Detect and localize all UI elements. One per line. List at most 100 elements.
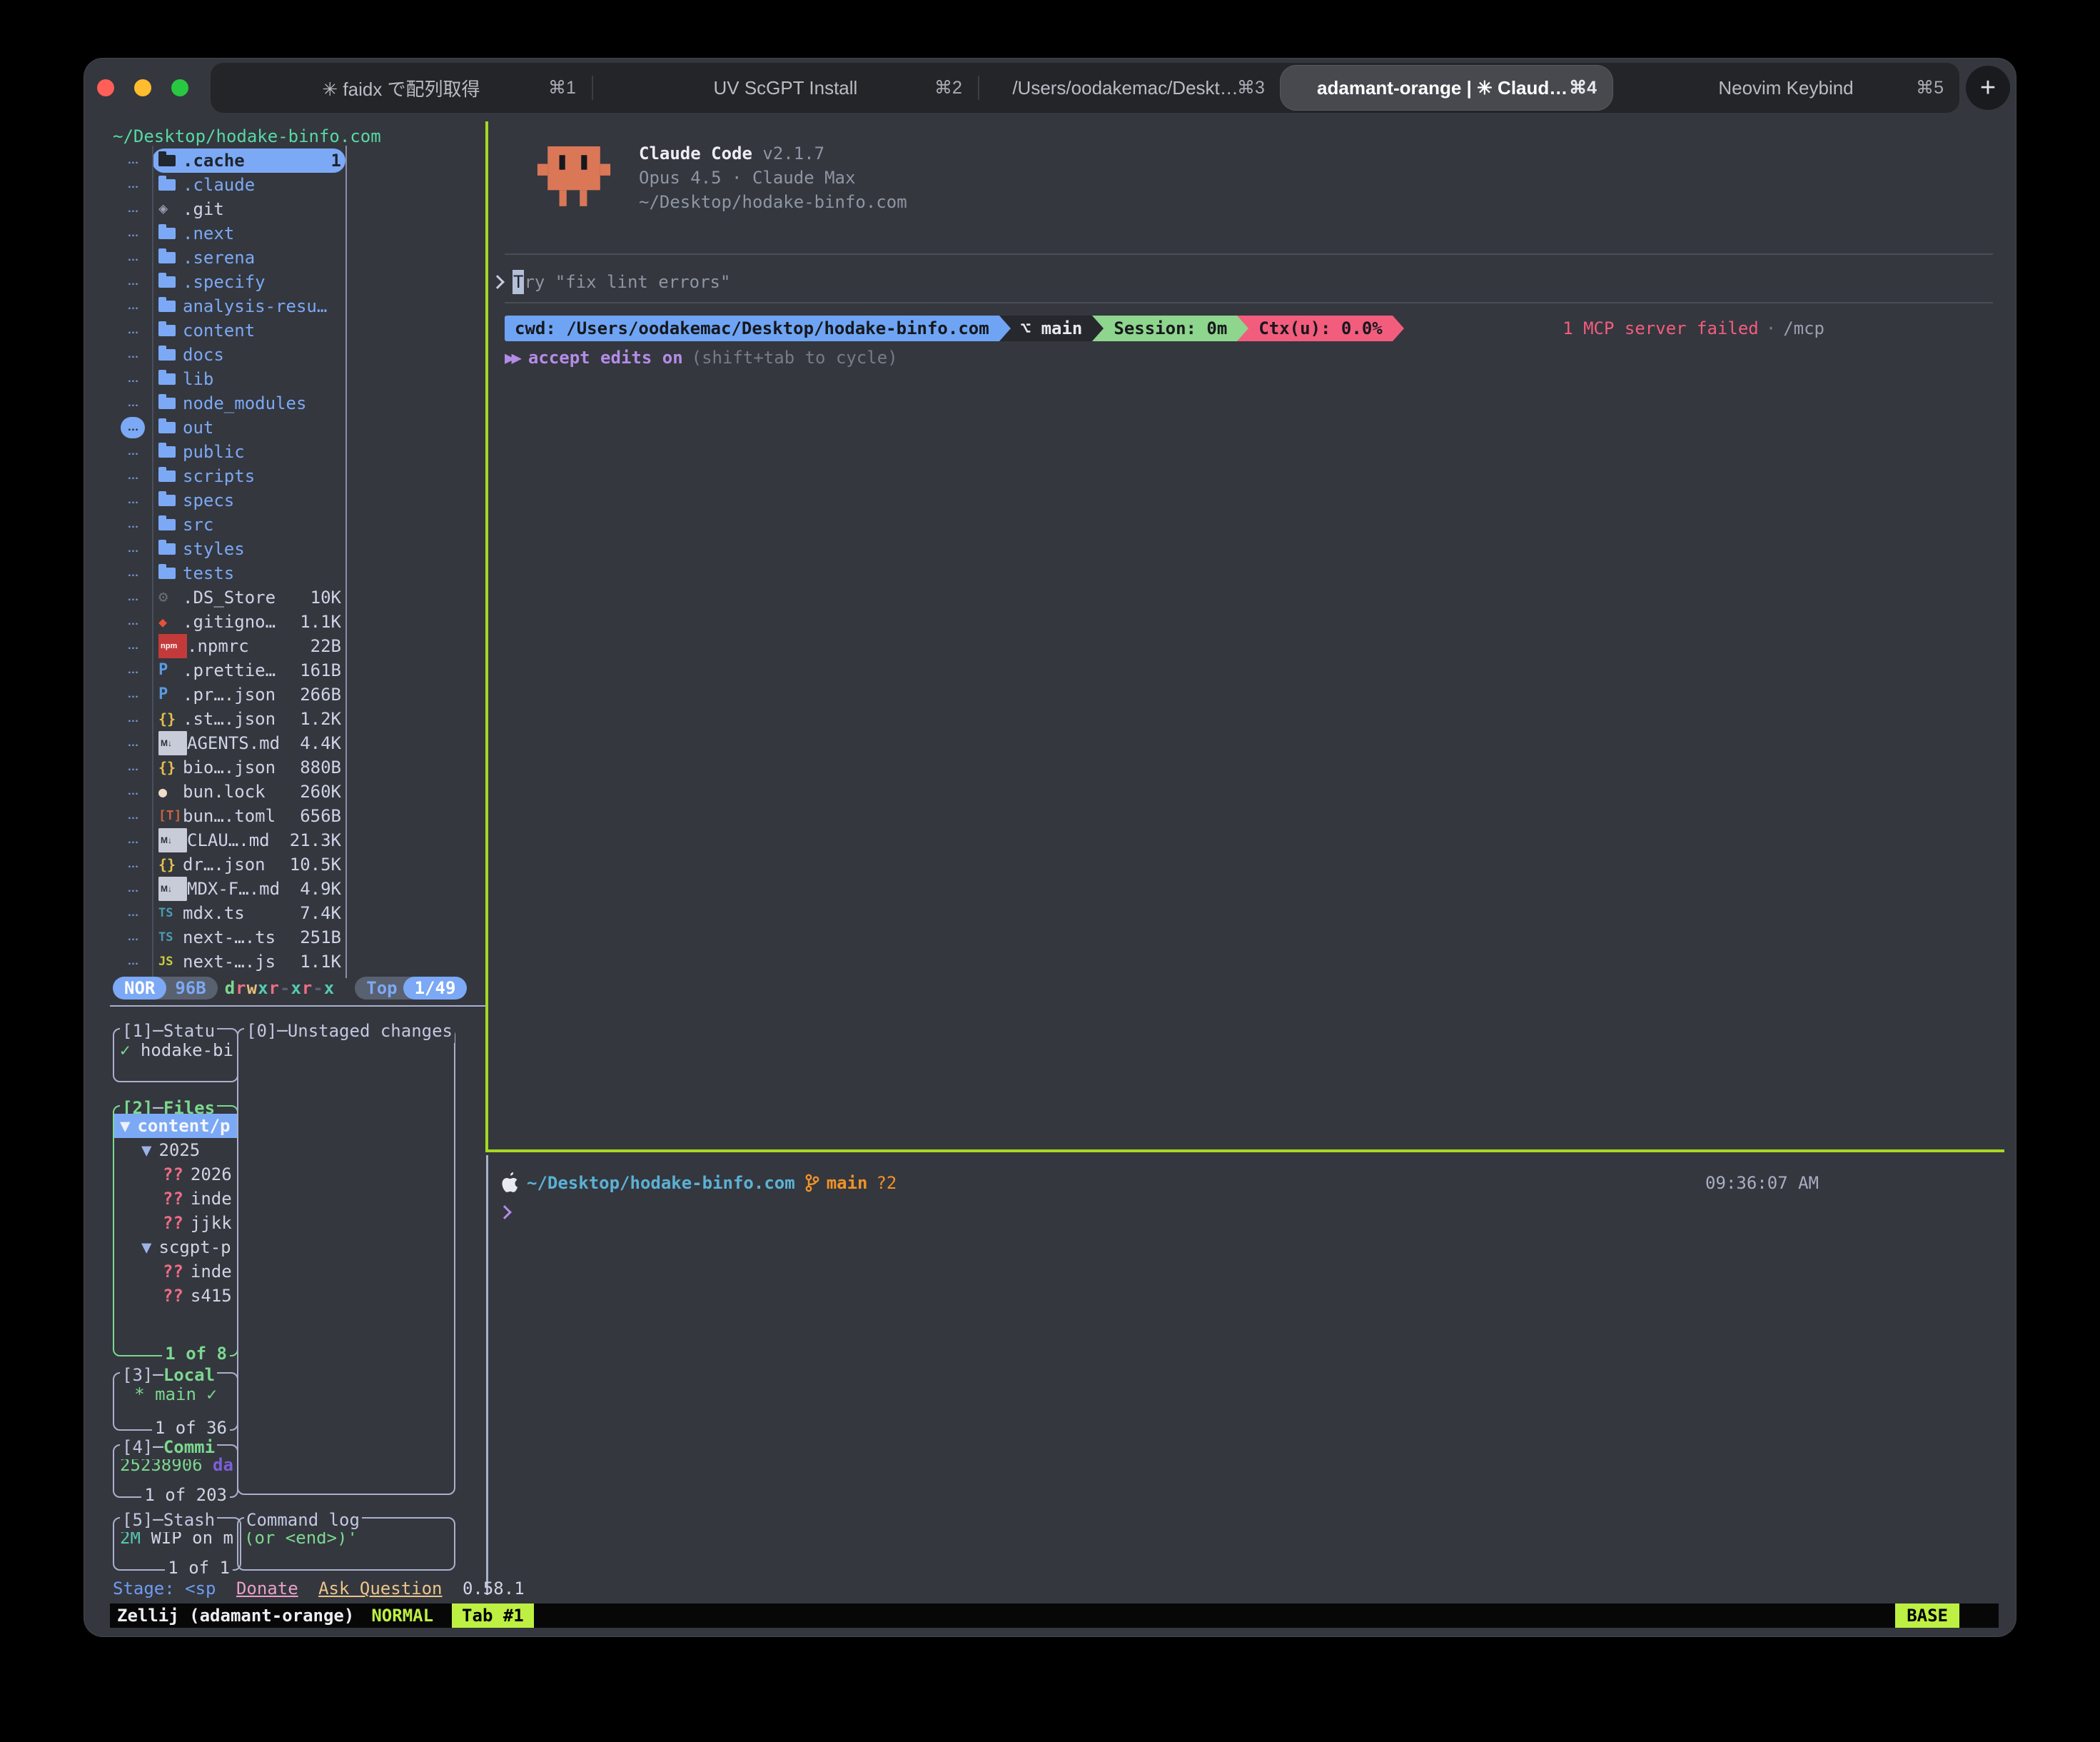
file-row[interactable]: …●bun.lock260K — [113, 780, 345, 804]
git-file-row[interactable]: ??2026 — [114, 1162, 237, 1187]
file-name: bun.lock — [183, 780, 266, 804]
file-name: .next — [183, 221, 234, 246]
gutter-ellipsis: … — [128, 955, 138, 968]
file-row[interactable]: …specs — [113, 488, 345, 513]
file-name: public — [183, 440, 245, 464]
file-row[interactable]: …styles — [113, 537, 345, 561]
gitui-files-panel[interactable]: [2]─Files ▼content/p▼2025??2026??inde??j… — [113, 1105, 238, 1356]
donate-link[interactable]: Donate — [236, 1579, 298, 1598]
gutter-ellipsis: … — [128, 178, 138, 191]
gitui-status-panel[interactable]: [1]─Statu ✓ hodake-bi — [113, 1028, 238, 1082]
file-row[interactable]: …lib — [113, 367, 345, 391]
gitui-local-branches-panel[interactable]: [3]─Local * main ✓ 1 of 36 — [113, 1372, 238, 1431]
git-file-row[interactable]: ??jjkk — [114, 1211, 237, 1235]
file-name: .git — [183, 197, 224, 221]
file-name: bio….json — [183, 755, 276, 780]
tab-5[interactable]: Neovim Keybind⌘5 — [1612, 63, 1959, 113]
tab-2[interactable]: UV ScGPT Install⌘2 — [593, 63, 978, 113]
file-row[interactable]: ….cache1 — [113, 148, 345, 173]
file-row[interactable]: …TSnext-….ts251B — [113, 925, 345, 950]
claude-title: Claude Code — [639, 144, 752, 163]
file-row[interactable]: …[T]bun….toml656B — [113, 804, 345, 828]
tab-3[interactable]: /Users/oodakemac/Desktop/hodak…⌘3 — [979, 63, 1281, 113]
git-file-label: 2026 — [191, 1162, 232, 1187]
gitui-stash-panel[interactable]: [5]─Stash 2M WIP on m 1 of 1 — [113, 1517, 241, 1571]
gutter-ellipsis: … — [128, 518, 138, 531]
git-file-label: jjkk — [191, 1211, 232, 1235]
git-file-label: s415 — [191, 1284, 232, 1308]
folder-icon — [158, 568, 183, 579]
file-row[interactable]: ….next — [113, 221, 345, 246]
file-row[interactable]: …M↓AGENTS.md4.4K — [113, 731, 345, 755]
gutter-ellipsis: … — [128, 203, 138, 216]
file-row[interactable]: …npm.npmrc22B — [113, 634, 345, 658]
markdown-icon: M↓ — [158, 731, 187, 755]
file-row[interactable]: …⚙.DS_Store10K — [113, 585, 345, 610]
git-file-row[interactable]: ▼content/p — [114, 1114, 237, 1138]
gutter-ellipsis: … — [128, 373, 138, 386]
file-row[interactable]: … .claude — [113, 173, 345, 197]
shell-input-line[interactable] — [500, 1199, 520, 1224]
yazi-status-bar: NOR 96B drwxr-xr-x Top 1/49 — [113, 977, 467, 1000]
gutter-ellipsis: … — [128, 251, 138, 264]
file-row[interactable]: …docs — [113, 343, 345, 367]
file-row[interactable]: …analysis-resu… — [113, 294, 345, 318]
file-row[interactable]: …src — [113, 513, 345, 537]
file-size: 161B — [294, 658, 341, 683]
maximize-window-button[interactable] — [171, 79, 188, 96]
minimize-window-button[interactable] — [134, 79, 151, 96]
zellij-tab-badge[interactable]: Tab #1 — [452, 1603, 534, 1628]
file-name: .gitigno… — [183, 610, 276, 634]
accept-edits-line[interactable]: ▶▶ accept edits on (shift+tab to cycle) — [505, 346, 898, 370]
gutter-ellipsis: … — [128, 154, 138, 167]
file-row[interactable]: …tests — [113, 561, 345, 585]
file-name: mdx.ts — [183, 901, 245, 925]
file-row[interactable]: …P.prettie…161B — [113, 658, 345, 683]
file-name: .DS_Store — [183, 585, 276, 610]
file-row[interactable]: …TSmdx.ts7.4K — [113, 901, 345, 925]
git-file-row[interactable]: ▼scgpt-p — [114, 1235, 237, 1259]
gutter-ellipsis: … — [128, 737, 138, 750]
git-file-row[interactable]: ▼2025 — [114, 1138, 237, 1162]
file-row[interactable]: …public — [113, 440, 345, 464]
untracked-status: ?? — [163, 1259, 183, 1284]
file-size: 1.1K — [294, 950, 341, 974]
mcp-command-link[interactable]: /mcp — [1783, 316, 1824, 341]
git-file-row[interactable]: ??s415 — [114, 1284, 237, 1308]
file-row[interactable]: ….serena — [113, 246, 345, 270]
git-file-row[interactable]: ??inde — [114, 1259, 237, 1284]
file-row[interactable]: …◆.gitigno…1.1K — [113, 610, 345, 634]
file-row[interactable]: …M↓MDX-F….md4.9K — [113, 877, 345, 901]
file-name: .claude — [183, 173, 255, 197]
git-file-row[interactable]: ??inde — [114, 1187, 237, 1211]
gitui-unstaged-panel[interactable]: [0]─Unstaged changes — [237, 1028, 455, 1495]
gitui-commits-panel[interactable]: [4]─Commi 25238906 da 1 of 203 — [113, 1444, 238, 1498]
file-row[interactable]: …P.pr….json266B — [113, 683, 345, 707]
gitui-command-log-panel: Command log (or <end>)' — [237, 1517, 455, 1571]
file-row[interactable]: …out — [113, 416, 345, 440]
close-window-button[interactable] — [97, 79, 114, 96]
stage-hint: Stage: <sp — [113, 1579, 216, 1598]
toml-icon: [T] — [158, 804, 183, 828]
file-row[interactable]: ….specify — [113, 270, 345, 294]
ask-question-link[interactable]: Ask Question — [318, 1579, 442, 1598]
file-size: 251B — [294, 925, 341, 950]
git-file-label: inde — [191, 1187, 232, 1211]
claude-input-line[interactable]: Try "fix lint errors" — [493, 270, 730, 294]
file-row[interactable]: …content — [113, 318, 345, 343]
file-row[interactable]: …{}bio….json880B — [113, 755, 345, 780]
file-row[interactable]: …◈.git — [113, 197, 345, 221]
folder-icon — [158, 373, 183, 385]
file-row[interactable]: …{}.st….json1.2K — [113, 707, 345, 731]
file-row[interactable]: …{}dr….json10.5K — [113, 852, 345, 877]
file-row[interactable]: …node_modules — [113, 391, 345, 416]
new-tab-button[interactable]: + — [1966, 66, 2010, 110]
file-row[interactable]: …M↓CLAU….md21.3K — [113, 828, 345, 852]
gutter-ellipsis: … — [128, 397, 138, 410]
tab-1[interactable]: ✳ faidx で配列取得⌘1 — [211, 63, 592, 113]
tab-4[interactable]: adamant-orange | ✳ Claude Code⌘4 — [1281, 66, 1612, 110]
yazi-permissions: drwxr-xr-x — [218, 977, 343, 1000]
file-row[interactable]: …scripts — [113, 464, 345, 488]
file-size: 880B — [294, 755, 341, 780]
file-row[interactable]: …JSnext-….js1.1K — [113, 950, 345, 974]
